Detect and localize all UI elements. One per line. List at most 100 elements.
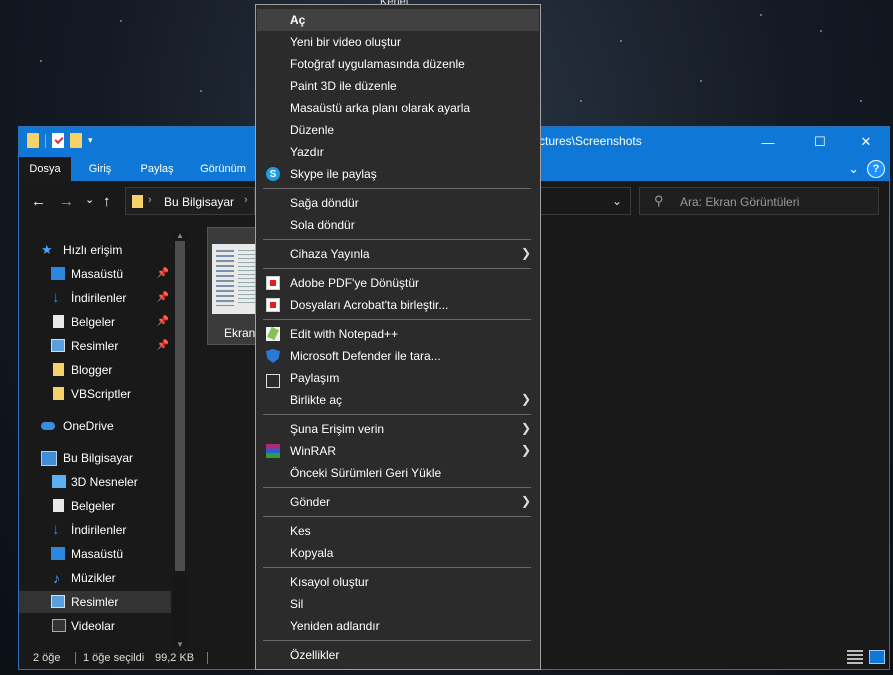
chevron-down-icon[interactable]: ⌄ xyxy=(612,194,622,208)
sidebar-item-3d-objects[interactable]: 3D Nesneler xyxy=(19,471,171,493)
menu-item-label: Düzenle xyxy=(290,123,335,137)
menu-item-edit[interactable]: Düzenle xyxy=(257,119,539,141)
recent-locations-button[interactable]: ⌄ xyxy=(85,193,94,206)
sidebar-item-label: VBScriptler xyxy=(71,387,132,401)
menu-item-send-to[interactable]: Gönder ❯ xyxy=(257,491,539,513)
menu-item-edit-paint3d[interactable]: Paint 3D ile düzenle xyxy=(257,75,539,97)
menu-item-rotate-right[interactable]: Sağa döndür xyxy=(257,192,539,214)
menu-item-cut[interactable]: Kes xyxy=(257,520,539,542)
menu-item-defender-scan[interactable]: Microsoft Defender ile tara... xyxy=(257,345,539,367)
new-folder-icon[interactable] xyxy=(70,133,82,148)
acrobat-icon xyxy=(266,298,280,312)
menu-separator xyxy=(263,188,531,189)
item-count: 2 öğe xyxy=(33,652,61,664)
sidebar-item-this-pc[interactable]: Bu Bilgisayar xyxy=(19,447,171,469)
sidebar-item-documents[interactable]: Belgeler 📌 xyxy=(19,311,171,333)
customize-toolbar-icon[interactable]: ▾ xyxy=(88,135,93,146)
tab-file[interactable]: Dosya xyxy=(19,157,71,181)
menu-item-rotate-left[interactable]: Sola döndür xyxy=(257,214,539,236)
sidebar-item-onedrive[interactable]: OneDrive xyxy=(19,415,171,437)
menu-item-convert-pdf[interactable]: Adobe PDF'ye Dönüştür xyxy=(257,272,539,294)
menu-item-label: Kopyala xyxy=(290,546,334,560)
help-icon[interactable]: ? xyxy=(867,160,885,178)
menu-separator xyxy=(263,239,531,240)
search-input[interactable]: ⚲ Ara: Ekran Görüntüleri xyxy=(639,187,879,215)
menu-item-label: Aç xyxy=(290,13,306,27)
sidebar-item-pictures[interactable]: Resimler 📌 xyxy=(19,335,171,357)
menu-item-winrar[interactable]: WinRAR ❯ xyxy=(257,440,539,462)
menu-item-set-background[interactable]: Masaüstü arka planı olarak ayarla xyxy=(257,97,539,119)
menu-item-combine-acrobat[interactable]: Dosyaları Acrobat'ta birleştir... xyxy=(257,294,539,316)
desktop-icon xyxy=(51,267,65,280)
menu-item-label: Özellikler xyxy=(290,648,340,662)
download-icon: ↓ xyxy=(52,289,60,306)
expand-ribbon-icon[interactable]: ⌄ xyxy=(848,161,859,177)
sidebar-item-music[interactable]: ♪ Müzikler xyxy=(19,567,171,589)
maximize-button[interactable]: ☐ xyxy=(797,127,843,157)
menu-item-rename[interactable]: Yeniden adlandır xyxy=(257,615,539,637)
status-divider xyxy=(207,652,208,664)
sidebar-item-vbscriptler[interactable]: VBScriptler xyxy=(19,383,171,405)
quick-access-toolbar: ▾ xyxy=(27,133,93,148)
breadcrumb[interactable]: Bu Bilgisayar xyxy=(164,195,234,209)
menu-item-label: Kes xyxy=(290,524,311,538)
sidebar-scrollbar[interactable]: ▲ ▼ xyxy=(173,231,187,649)
window-title: ctures\Screenshots xyxy=(539,134,642,148)
sidebar-item-quick-access[interactable]: ★ Hızlı erişim xyxy=(19,239,171,261)
up-button[interactable]: ↑ xyxy=(103,193,111,210)
address-dropdown[interactable]: ⌄ xyxy=(539,187,631,215)
sidebar-item-label: Masaüstü xyxy=(71,547,124,561)
menu-item-open[interactable]: Aç xyxy=(257,9,539,31)
menu-item-open-with[interactable]: Birlikte aç ❯ xyxy=(257,389,539,411)
tab-share[interactable]: Paylaş xyxy=(129,157,185,181)
menu-item-edit-photos[interactable]: Fotoğraf uygulamasında düzenle xyxy=(257,53,539,75)
menu-item-share[interactable]: Paylaşım xyxy=(257,367,539,389)
sidebar-item-label: Videolar xyxy=(71,619,115,633)
submenu-arrow-icon: ❯ xyxy=(520,494,531,508)
menu-item-print[interactable]: Yazdır xyxy=(257,141,539,163)
sidebar-item-blogger[interactable]: Blogger xyxy=(19,359,171,381)
address-bar[interactable]: › Bu Bilgisayar › xyxy=(125,187,255,215)
sidebar-item-videos[interactable]: Videolar xyxy=(19,615,171,637)
screenshot-preview xyxy=(212,244,260,314)
close-button[interactable]: ✕ xyxy=(843,127,889,157)
sidebar-item-label: Masaüstü xyxy=(71,267,124,281)
tab-home[interactable]: Giriş xyxy=(75,157,125,181)
defender-icon xyxy=(266,349,280,363)
tab-view[interactable]: Görünüm xyxy=(191,157,255,181)
menu-item-create-video[interactable]: Yeni bir video oluştur xyxy=(257,31,539,53)
sidebar-item-desktop[interactable]: Masaüstü xyxy=(19,543,171,565)
menu-item-restore-versions[interactable]: Önceki Sürümleri Geri Yükle xyxy=(257,462,539,484)
submenu-arrow-icon: ❯ xyxy=(520,421,531,435)
menu-item-share-skype[interactable]: S Skype ile paylaş xyxy=(257,163,539,185)
details-view-icon[interactable] xyxy=(847,650,863,664)
sidebar-item-documents[interactable]: Belgeler xyxy=(19,495,171,517)
sidebar-item-desktop[interactable]: Masaüstü 📌 xyxy=(19,263,171,285)
scroll-up-icon[interactable]: ▲ xyxy=(176,231,184,240)
sidebar-item-downloads[interactable]: ↓ İndirilenler 📌 xyxy=(19,287,171,309)
menu-item-cast-to-device[interactable]: Cihaza Yayınla ❯ xyxy=(257,243,539,265)
menu-separator xyxy=(263,268,531,269)
forward-button[interactable]: → xyxy=(59,193,74,210)
file-name: Ekran xyxy=(224,326,256,340)
pdf-icon xyxy=(266,276,280,290)
menu-item-create-shortcut[interactable]: Kısayol oluştur xyxy=(257,571,539,593)
sidebar-item-pictures-selected[interactable]: Resimler xyxy=(19,591,171,613)
scrollbar-thumb[interactable] xyxy=(175,241,185,571)
menu-item-notepadpp[interactable]: Edit with Notepad++ xyxy=(257,323,539,345)
menu-item-label: Masaüstü arka planı olarak ayarla xyxy=(290,101,471,115)
sidebar-item-label: Belgeler xyxy=(71,499,116,513)
sidebar-item-downloads[interactable]: ↓ İndirilenler xyxy=(19,519,171,541)
minimize-button[interactable]: — xyxy=(745,127,791,157)
menu-item-properties[interactable]: Özellikler xyxy=(257,644,539,666)
search-icon: ⚲ xyxy=(654,193,664,208)
menu-item-label: Yeni bir video oluştur xyxy=(290,35,401,49)
menu-item-give-access[interactable]: Şuna Erişim verin ❯ xyxy=(257,418,539,440)
large-icons-view-icon[interactable] xyxy=(869,650,885,664)
back-button[interactable]: ← xyxy=(31,193,46,210)
pin-icon: 📌 xyxy=(156,292,169,303)
menu-item-copy[interactable]: Kopyala xyxy=(257,542,539,564)
winrar-icon xyxy=(266,444,280,458)
menu-item-delete[interactable]: Sil xyxy=(257,593,539,615)
properties-icon[interactable] xyxy=(52,133,64,148)
